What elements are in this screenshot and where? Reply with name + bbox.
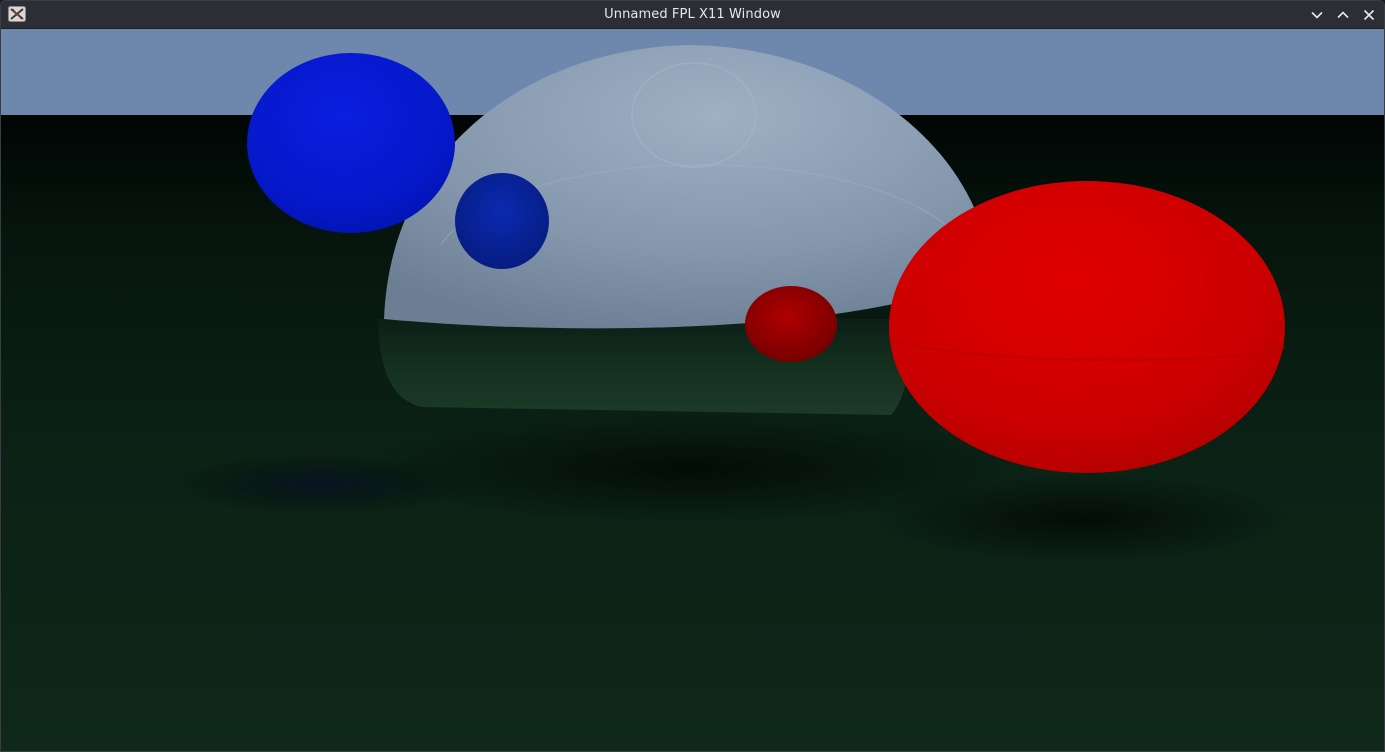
blue-sphere-reflection [455,173,549,269]
maximize-icon [1337,11,1349,19]
rendered-raytraced-scene [1,29,1384,751]
minimize-icon [1311,11,1323,19]
maximize-button[interactable] [1333,5,1353,25]
blue-sphere [247,53,455,233]
minimize-button[interactable] [1307,5,1327,25]
close-icon [1363,9,1375,21]
title-bar[interactable]: Unnamed FPL X11 Window [1,1,1384,29]
render-viewport[interactable] [1,29,1384,751]
red-sphere [889,181,1285,473]
glass-sphere-shadow [361,414,1021,524]
small-red-sphere [745,286,837,362]
window-title: Unnamed FPL X11 Window [604,7,781,22]
app-window: Unnamed FPL X11 Window [0,0,1385,752]
close-button[interactable] [1359,5,1379,25]
blue-sphere-shadow [171,454,471,514]
